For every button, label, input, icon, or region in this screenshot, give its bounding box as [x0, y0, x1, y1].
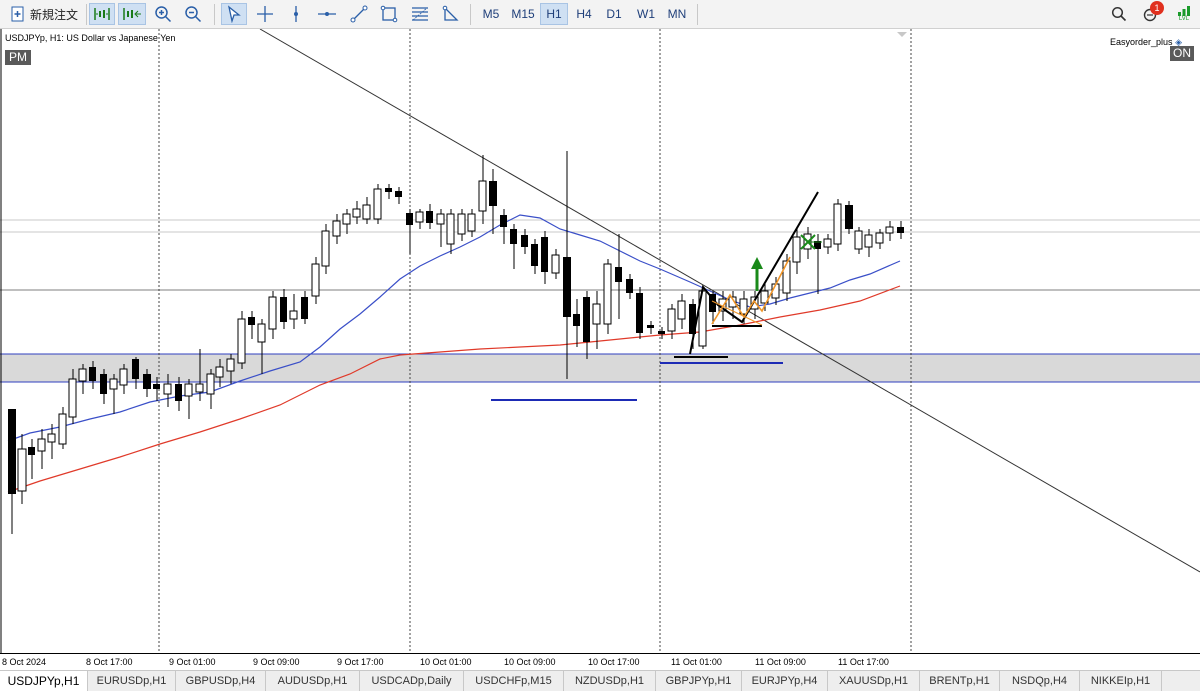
price-chart[interactable]: [0, 28, 1200, 653]
auto-scroll-button[interactable]: [89, 3, 115, 25]
cursor-icon: [227, 5, 241, 23]
chart-shift-marker: [897, 32, 907, 37]
time-label: 9 Oct 01:00: [169, 657, 216, 667]
chart-title: USDJPYp, H1: US Dollar vs Japanese Yen: [5, 33, 176, 43]
time-label: 10 Oct 17:00: [588, 657, 640, 667]
timeframe-h4[interactable]: H4: [570, 3, 598, 25]
toolbar: 新規注文 M5 M15 H1 H4 D1 W1 MN 1 LVL: [0, 0, 1200, 29]
zoom-in-icon: [155, 6, 172, 23]
time-label: 9 Oct 09:00: [253, 657, 300, 667]
time-label: 11 Oct 01:00: [671, 657, 722, 667]
vertical-line-button[interactable]: [284, 3, 308, 25]
chart-shift-icon: [123, 8, 141, 20]
time-label: 11 Oct 09:00: [755, 657, 806, 667]
fast-moving-average: [7, 214, 901, 442]
trend-line-icon: [350, 5, 368, 23]
time-label: 10 Oct 09:00: [504, 657, 556, 667]
up-arrow-head: [751, 257, 763, 269]
auto-scroll-icon: [94, 8, 110, 20]
expert-advisor-name: Easyorder_plus: [1110, 37, 1173, 47]
candlestick-series: [8, 151, 904, 534]
horizontal-line-button[interactable]: [314, 3, 340, 25]
chart-tabs: USDJPYp,H1 EURUSDp,H1 GBPUSDp,H4 AUDUSDp…: [0, 670, 1200, 691]
notifications-button[interactable]: 1: [1138, 1, 1164, 25]
horizontal-line-icon: [318, 12, 336, 16]
tab-usdchfp-m15[interactable]: USDCHFp,M15: [464, 671, 564, 691]
zoom-in-button[interactable]: [151, 3, 175, 25]
notification-count-badge: 1: [1150, 1, 1164, 15]
zoom-out-button[interactable]: [181, 3, 205, 25]
zoom-out-icon: [185, 6, 202, 23]
timeframe-h1[interactable]: H1: [540, 3, 568, 25]
timeframe-w1[interactable]: W1: [631, 3, 661, 25]
signal-level-icon: [1178, 6, 1190, 16]
search-button[interactable]: [1108, 3, 1130, 25]
slow-moving-average: [7, 285, 901, 493]
triangle-icon: [442, 5, 459, 21]
tab-nikkeip-h1[interactable]: NIKKEIp,H1: [1080, 671, 1162, 691]
timeframe-m5[interactable]: M5: [476, 3, 506, 25]
timeframe-m15[interactable]: M15: [506, 3, 540, 25]
cursor-button[interactable]: [221, 3, 247, 25]
new-order-button[interactable]: 新規注文: [4, 3, 84, 25]
time-label: 8 Oct 2024: [2, 657, 47, 667]
tab-gbpjpyp-h1[interactable]: GBPJPYp,H1: [656, 671, 742, 691]
trend-line-button[interactable]: [347, 3, 371, 25]
time-label: 10 Oct 01:00: [420, 657, 472, 667]
timeframe-d1[interactable]: D1: [600, 3, 628, 25]
tab-usdcadp-daily[interactable]: USDCADp,Daily: [360, 671, 464, 691]
pm-badge[interactable]: PM: [5, 50, 31, 65]
time-label: 9 Oct 17:00: [337, 657, 384, 667]
timeframe-mn[interactable]: MN: [662, 3, 692, 25]
signal-level-label: LVL: [1178, 16, 1190, 22]
triangle-button[interactable]: [439, 3, 463, 25]
ea-status-badge[interactable]: ON: [1170, 46, 1194, 61]
fibonacci-button[interactable]: [407, 3, 433, 25]
tab-eurusdp-h1[interactable]: EURUSDp,H1: [88, 671, 176, 691]
crosshair-button[interactable]: [253, 3, 277, 25]
time-label: 11 Oct 17:00: [838, 657, 889, 667]
support-zone: [0, 354, 1200, 382]
tab-brentp-h1[interactable]: BRENTp,H1: [920, 671, 1000, 691]
chart-shift-button[interactable]: [118, 3, 146, 25]
search-icon: [1111, 6, 1127, 22]
time-label: 8 Oct 17:00: [86, 657, 133, 667]
tab-audusdp-h1[interactable]: AUDUSDp,H1: [266, 671, 360, 691]
tab-gbpusdp-h4[interactable]: GBPUSDp,H4: [176, 671, 266, 691]
tab-eurjpyp-h4[interactable]: EURJPYp,H4: [742, 671, 828, 691]
crosshair-icon: [257, 6, 273, 22]
pattern-zigzag: [689, 191, 819, 355]
vertical-line-icon: [294, 6, 298, 22]
fibonacci-icon: [412, 7, 428, 21]
new-order-label: 新規注文: [29, 7, 78, 22]
time-axis: 8 Oct 2024 8 Oct 17:00 9 Oct 01:00 9 Oct…: [0, 653, 1200, 670]
tab-xauusdp-h1[interactable]: XAUUSDp,H1: [828, 671, 920, 691]
tab-usdjpyp-h1[interactable]: USDJPYp,H1: [0, 671, 88, 691]
tab-nzdusdp-h1[interactable]: NZDUSDp,H1: [564, 671, 656, 691]
rectangle-button[interactable]: [377, 3, 401, 25]
chart-canvas[interactable]: [0, 28, 1200, 653]
tab-nsdqp-h4[interactable]: NSDQp,H4: [1000, 671, 1080, 691]
signal-level-button[interactable]: LVL: [1172, 3, 1196, 25]
rectangle-icon: [380, 5, 398, 23]
new-order-icon: [11, 6, 24, 22]
